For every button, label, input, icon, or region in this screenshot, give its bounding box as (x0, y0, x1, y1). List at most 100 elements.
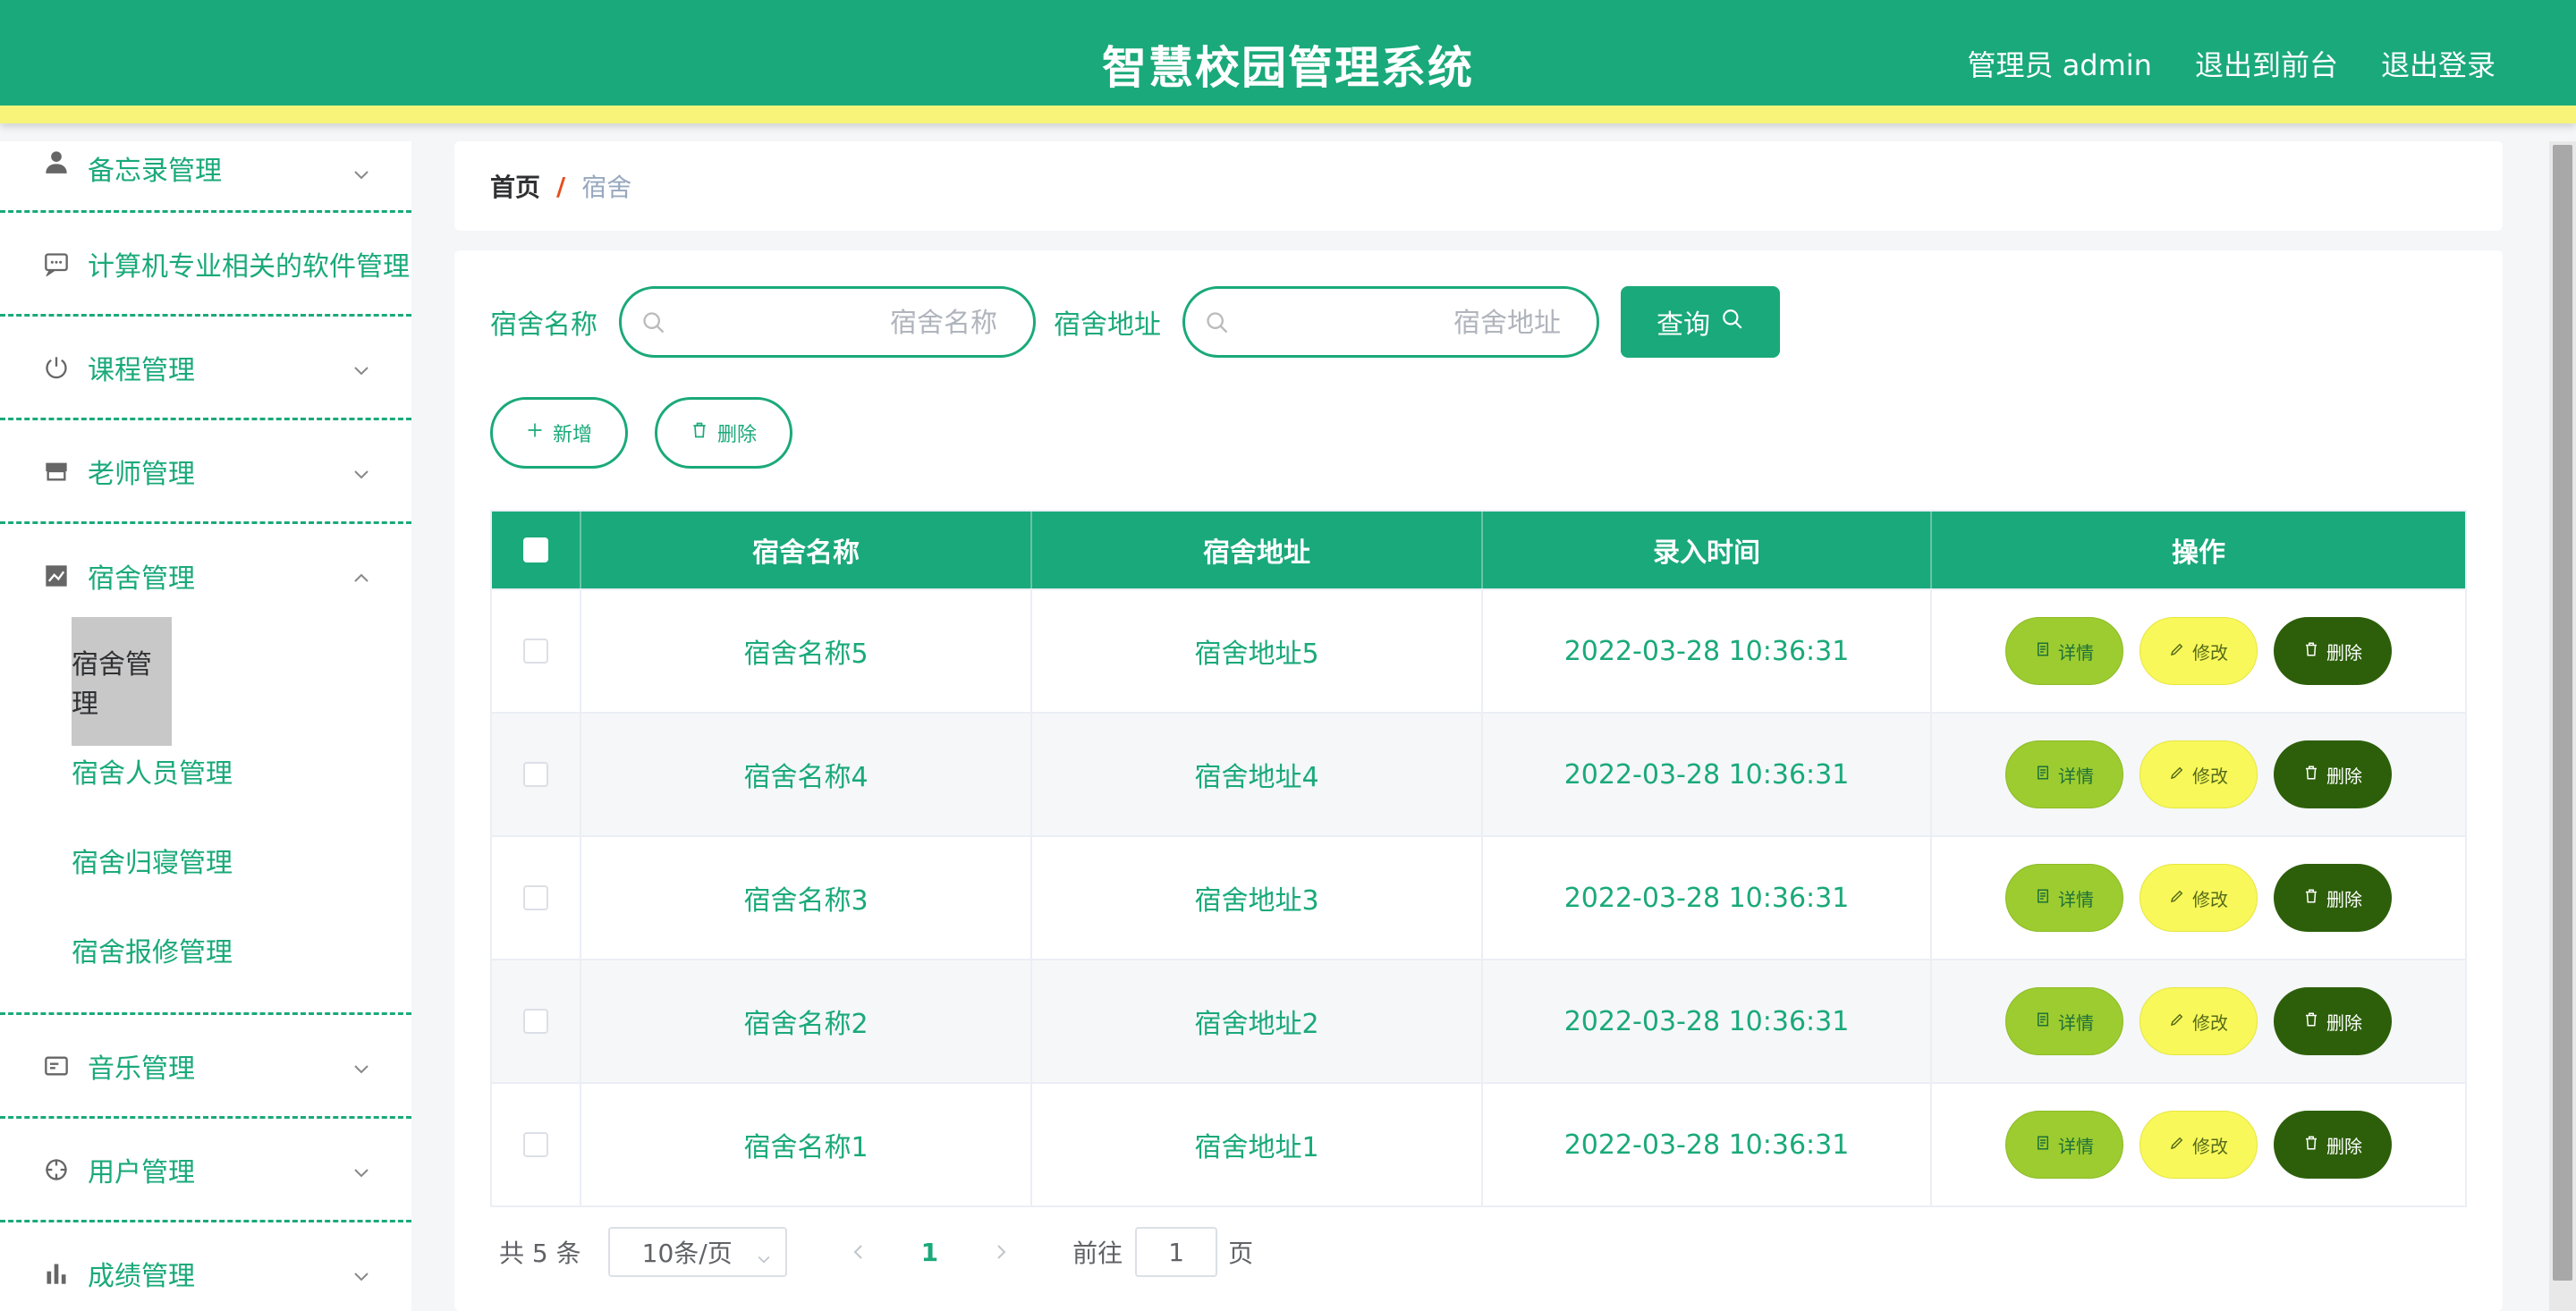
ops-cell: 详情 修改 删除 (1932, 960, 2465, 1082)
sidebar-item-course[interactable]: 课程管理 (0, 317, 411, 420)
power-icon (43, 354, 70, 381)
table-row: 宿舍名称4 宿舍地址4 2022-03-28 10:36:31 详情 修改 删除 (492, 712, 2465, 835)
batch-delete-button[interactable]: 删除 (655, 397, 792, 469)
scrollbar-thumb[interactable] (2553, 145, 2572, 1281)
ops-cell: 详情 修改 删除 (1932, 714, 2465, 835)
sidebar-item-label: 用户管理 (88, 1156, 195, 1188)
action-row: 新增 删除 (490, 397, 792, 469)
row-checkbox[interactable] (523, 885, 548, 910)
edit-button[interactable]: 修改 (2140, 740, 2258, 808)
pencil-icon (2169, 764, 2185, 785)
dorm-submenu: 宿舍管理 宿舍人员管理 宿舍归寝管理 宿舍报修管理 (0, 617, 411, 1015)
delete-button[interactable]: 删除 (2274, 864, 2392, 932)
shop-icon (43, 458, 70, 485)
search-icon (1205, 310, 1230, 335)
sidebar-item-dorm[interactable]: 宿舍管理 (0, 524, 411, 628)
sidebar-item-user[interactable]: 用户管理 (0, 1119, 411, 1222)
table-row: 宿舍名称5 宿舍地址5 2022-03-28 10:36:31 详情 修改 删除 (492, 588, 2465, 712)
row-select-cell (492, 714, 581, 835)
dorm-name-cell: 宿舍名称3 (581, 837, 1032, 959)
page-scrollbar[interactable] (2549, 141, 2576, 1311)
row-checkbox[interactable] (523, 762, 548, 787)
delete-button[interactable]: 删除 (2274, 1111, 2392, 1179)
document-icon (2035, 1134, 2051, 1155)
edit-button[interactable]: 修改 (2140, 864, 2258, 932)
delete-button[interactable]: 删除 (2274, 740, 2392, 808)
sidebar-item-label: 课程管理 (88, 354, 195, 386)
trash-icon (2303, 1011, 2319, 1032)
goto-page-input[interactable]: 1 (1135, 1227, 1218, 1277)
chevron-down-icon (351, 461, 372, 482)
detail-button[interactable]: 详情 (2005, 617, 2123, 685)
detail-button[interactable]: 详情 (2005, 1111, 2123, 1179)
exit-to-front-link[interactable]: 退出到前台 (2195, 43, 2338, 84)
delete-button[interactable]: 删除 (2274, 617, 2392, 685)
breadcrumb: 首页 / 宿舍 (454, 141, 2503, 231)
submenu-dorm-repair[interactable]: 宿舍报修管理 (0, 905, 411, 994)
document-icon (2035, 640, 2051, 662)
dorm-addr-label: 宿舍地址 (1054, 309, 1161, 341)
page-size-select[interactable]: 10条/页 (607, 1227, 787, 1277)
sidebar-item-label: 计算机专业相关的软件管理 (88, 250, 410, 283)
row-select-cell (492, 1084, 581, 1205)
sidebar-item-teacher[interactable]: 老师管理 (0, 420, 411, 524)
breadcrumb-current: 宿舍 (581, 173, 632, 202)
page-size-value: 10条/页 (641, 1239, 733, 1268)
content-card: 宿舍名称 宿舍地址 查询 新增 (454, 250, 2503, 1311)
chevron-down-icon (351, 161, 372, 182)
detail-button[interactable]: 详情 (2005, 740, 2123, 808)
search-icon (641, 310, 666, 335)
sidebar-item-score[interactable]: 成绩管理 (0, 1222, 411, 1311)
dorm-addr-cell: 宿舍地址3 (1032, 837, 1483, 959)
admin-user-link[interactable]: 管理员 admin (1968, 43, 2152, 84)
trash-icon (2303, 887, 2319, 909)
document-icon (2035, 887, 2051, 909)
select-all-checkbox[interactable] (523, 537, 548, 562)
edit-button[interactable]: 修改 (2140, 1111, 2258, 1179)
dorm-name-search (619, 286, 1036, 358)
next-page-button[interactable] (983, 1234, 1019, 1270)
prev-page-button[interactable] (841, 1234, 877, 1270)
dorm-table: 宿舍名称 宿舍地址 录入时间 操作 宿舍名称5 宿舍地址5 2022-03-28 1… (490, 510, 2467, 1207)
sidebar-item-memo[interactable]: 备忘录管理 (0, 141, 411, 213)
query-button[interactable]: 查询 (1621, 286, 1780, 358)
row-checkbox[interactable] (523, 639, 548, 664)
pagination-total: 共 5 条 (499, 1239, 581, 1268)
dorm-addr-input[interactable] (1239, 301, 1561, 344)
row-checkbox[interactable] (523, 1009, 548, 1034)
submenu-dorm-manage[interactable]: 宿舍管理 (0, 617, 411, 746)
query-button-label: 查询 (1657, 309, 1710, 341)
ops-cell: 详情 修改 删除 (1932, 590, 2465, 712)
dorm-addr-cell: 宿舍地址2 (1032, 960, 1483, 1082)
sidebar-item-label: 宿舍管理 (88, 563, 195, 595)
detail-button[interactable]: 详情 (2005, 987, 2123, 1055)
aim-icon (43, 1156, 70, 1183)
goto-suffix: 页 (1228, 1239, 1254, 1268)
dorm-name-input[interactable] (675, 301, 997, 344)
logout-link[interactable]: 退出登录 (2381, 43, 2496, 84)
row-select-cell (492, 837, 581, 959)
edit-button[interactable]: 修改 (2140, 617, 2258, 685)
page-number-current[interactable]: 1 (921, 1238, 938, 1267)
sidebar-item-software[interactable]: 计算机专业相关的软件管理 (0, 213, 411, 317)
breadcrumb-home[interactable]: 首页 (490, 168, 540, 204)
row-checkbox[interactable] (523, 1132, 548, 1157)
chevron-down-icon (351, 1159, 372, 1180)
ops-cell: 详情 修改 删除 (1932, 837, 2465, 959)
entry-time-cell: 2022-03-28 10:36:31 (1483, 590, 1932, 712)
pencil-icon (2169, 640, 2185, 662)
submenu-dorm-member[interactable]: 宿舍人员管理 (0, 726, 411, 816)
plus-icon (526, 421, 544, 444)
table-row: 宿舍名称3 宿舍地址3 2022-03-28 10:36:31 详情 修改 删除 (492, 835, 2465, 959)
bar-chart-icon (43, 1260, 70, 1287)
dorm-name-cell: 宿舍名称4 (581, 714, 1032, 835)
add-button[interactable]: 新增 (490, 397, 628, 469)
dorm-name-cell: 宿舍名称5 (581, 590, 1032, 712)
delete-button[interactable]: 删除 (2274, 987, 2392, 1055)
edit-button[interactable]: 修改 (2140, 987, 2258, 1055)
submenu-dorm-return[interactable]: 宿舍归寝管理 (0, 816, 411, 905)
dorm-addr-cell: 宿舍地址4 (1032, 714, 1483, 835)
detail-button[interactable]: 详情 (2005, 864, 2123, 932)
sidebar-item-music[interactable]: 音乐管理 (0, 1015, 411, 1119)
pencil-icon (2169, 1134, 2185, 1155)
